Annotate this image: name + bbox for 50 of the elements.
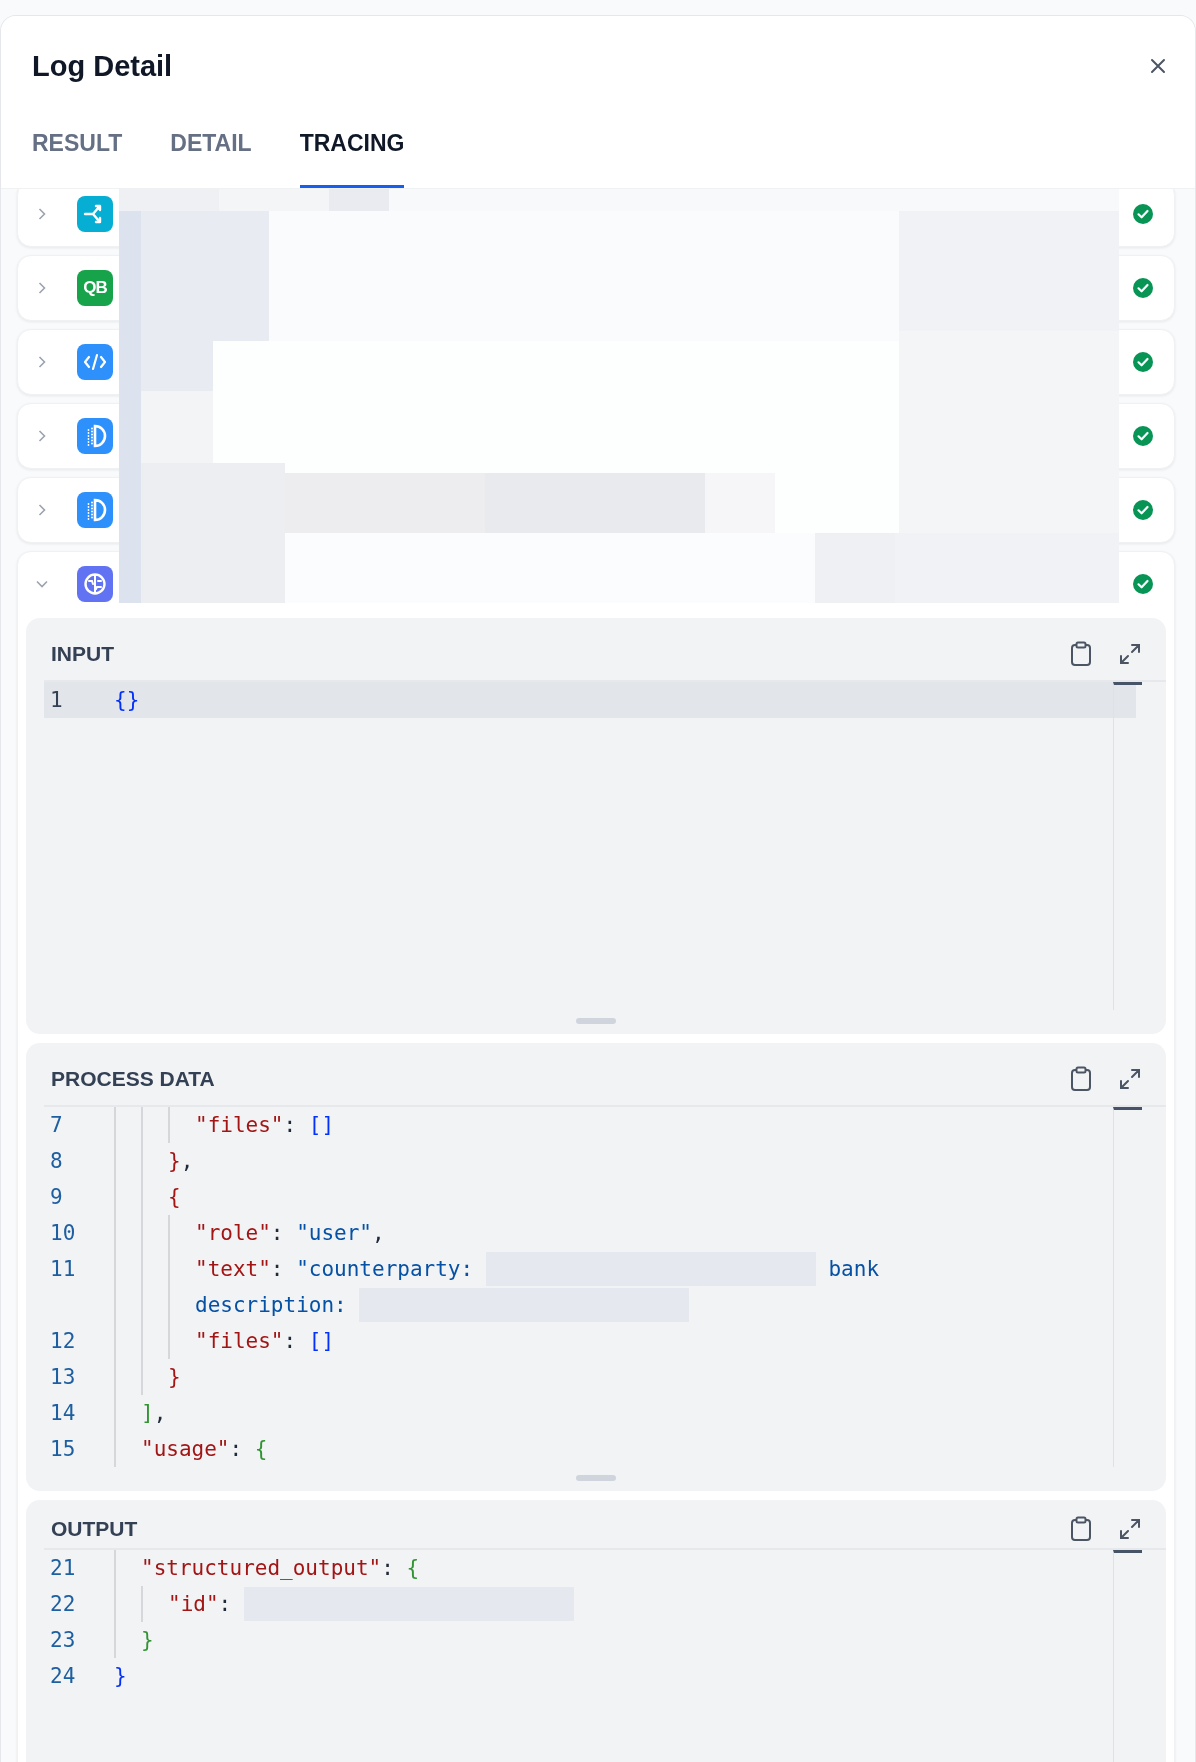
- line-number: 15: [50, 1437, 76, 1461]
- code-line: "usage": {: [141, 1436, 268, 1463]
- line-number: 22: [50, 1592, 76, 1616]
- brain-icon: [77, 566, 113, 602]
- line-number: 23: [50, 1628, 76, 1652]
- line-number: 13: [50, 1365, 76, 1389]
- branch-icon: [77, 196, 113, 232]
- resize-handle[interactable]: [576, 1475, 616, 1481]
- code-line: },: [168, 1148, 194, 1175]
- code-line: }: [168, 1364, 181, 1391]
- line-number: 9: [50, 1185, 63, 1209]
- code-line: }: [141, 1627, 154, 1654]
- node-logo: QB: [77, 270, 113, 306]
- line-number: 12: [50, 1329, 76, 1353]
- tab[interactable]: DETAIL: [170, 116, 252, 188]
- code-line: "structured_output": {: [141, 1555, 420, 1582]
- line-number: 14: [50, 1401, 76, 1425]
- code-line: {: [168, 1184, 181, 1211]
- tab[interactable]: RESULT: [32, 116, 123, 188]
- code-line: }: [114, 1663, 127, 1690]
- expand-icon[interactable]: [1118, 1517, 1142, 1541]
- code-icon: [77, 344, 113, 380]
- panel-title: PROCESS DATA: [51, 1067, 216, 1091]
- scrollbar[interactable]: [1113, 682, 1142, 1010]
- dialog-title: Log Detail: [32, 49, 173, 83]
- code-line: ],: [141, 1400, 167, 1427]
- code-line: "text": "counterparty: bank: [195, 1251, 880, 1287]
- line-number: 11: [50, 1257, 76, 1281]
- panel-title: OUTPUT: [51, 1517, 139, 1541]
- resize-handle[interactable]: [576, 1018, 616, 1024]
- code-line: {}: [114, 687, 140, 714]
- code-line: description:: [195, 1287, 690, 1323]
- line-number: 10: [50, 1221, 76, 1245]
- line-number: 21: [50, 1556, 76, 1580]
- close-icon: [1148, 56, 1168, 76]
- scrollbar[interactable]: [1113, 1107, 1142, 1467]
- code-line: "files": []: [195, 1328, 335, 1355]
- line-number: 8: [50, 1149, 63, 1173]
- line-number: 24: [50, 1664, 76, 1688]
- line-number: 7: [50, 1113, 63, 1137]
- clipboard-icon[interactable]: [1070, 1516, 1092, 1542]
- expand-icon[interactable]: [1118, 642, 1142, 666]
- expand-icon[interactable]: [1118, 1067, 1142, 1091]
- clipboard-icon[interactable]: [1070, 1066, 1092, 1092]
- panel-title: INPUT: [51, 642, 115, 666]
- clipboard-icon[interactable]: [1070, 641, 1092, 667]
- code-line: "id":: [168, 1586, 574, 1622]
- code-line: "role": "user",: [195, 1220, 385, 1247]
- code-line: "files": []: [195, 1112, 335, 1139]
- line-number: 1: [50, 688, 63, 712]
